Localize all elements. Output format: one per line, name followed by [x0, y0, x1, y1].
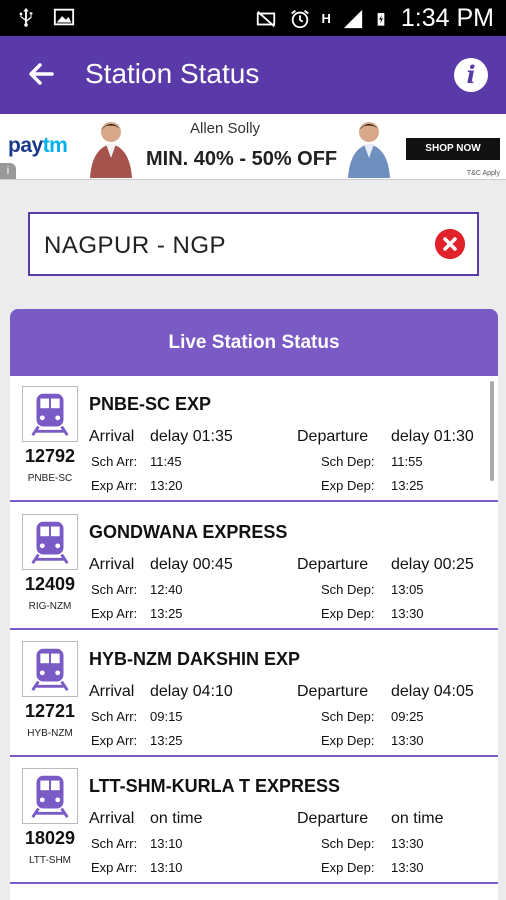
model-image: [348, 122, 390, 178]
exp-arr-label: Exp Arr:: [91, 860, 138, 875]
arrival-status: delay 04:10: [150, 683, 233, 700]
departure-label: Departure: [297, 428, 369, 445]
train-route-code: RIG-NZM: [28, 601, 72, 612]
departure-status: on time: [391, 810, 444, 827]
sch-dep-time: 13:30: [391, 836, 424, 851]
mute-icon: [256, 10, 275, 27]
info-icon[interactable]: i: [454, 58, 488, 92]
model-image: [90, 122, 132, 178]
arrival-label: Arrival: [89, 556, 135, 573]
train-icon: [22, 514, 78, 570]
image-icon: [53, 8, 75, 26]
arrival-status: delay 00:45: [150, 556, 233, 573]
sch-dep-label: Sch Dep:: [321, 582, 375, 597]
exp-arr-label: Exp Arr:: [91, 733, 138, 748]
exp-arr-time: 13:25: [150, 606, 183, 621]
network-type-icon: H: [321, 11, 331, 26]
exp-dep-label: Exp Dep:: [321, 733, 375, 748]
train-row[interactable]: 12409 RIG-NZM GONDWANA EXPRESS Arrival d…: [10, 504, 498, 630]
station-search-field[interactable]: NAGPUR - NGP: [28, 212, 479, 276]
exp-arr-time: 13:25: [150, 733, 183, 748]
train-name: LTT-SHM-KURLA T EXPRESS: [89, 776, 340, 796]
back-arrow-icon[interactable]: [24, 56, 60, 92]
sch-dep-label: Sch Dep:: [321, 836, 375, 851]
page-title: Station Status: [85, 58, 260, 89]
exp-arr-time: 13:20: [150, 478, 183, 493]
train-route-code: PNBE-SC: [27, 473, 73, 484]
train-number: 12409: [24, 574, 76, 594]
shop-now-button[interactable]: SHOP NOW: [406, 138, 500, 160]
sch-arr-time: 09:15: [150, 709, 183, 724]
ad-brand: Allen Solly: [190, 120, 261, 137]
arrival-label: Arrival: [89, 683, 135, 700]
sch-arr-label: Sch Arr:: [91, 836, 138, 851]
departure-label: Departure: [297, 683, 369, 700]
departure-status: delay 01:30: [391, 428, 474, 445]
ad-info-icon[interactable]: i: [0, 163, 16, 179]
ad-terms: T&C Apply: [466, 170, 500, 177]
departure-label: Departure: [297, 810, 369, 827]
train-number: 12721: [24, 701, 76, 721]
sch-arr-time: 12:40: [150, 582, 183, 597]
exp-arr-time: 13:10: [150, 860, 183, 875]
train-icon: [22, 386, 78, 442]
sch-dep-label: Sch Dep:: [321, 454, 375, 469]
train-name: HYB-NZM DAKSHIN EXP: [89, 649, 301, 669]
departure-status: delay 00:25: [391, 556, 474, 573]
panel-title: Live Station Status: [10, 309, 498, 376]
sch-arr-label: Sch Arr:: [91, 582, 138, 597]
ad-banner[interactable]: paytm Allen Solly MIN. 40% - 50% OFF SHO…: [0, 114, 506, 180]
ad-offer: MIN. 40% - 50% OFF: [146, 148, 338, 170]
sch-dep-time: 11:55: [391, 454, 423, 469]
arrival-label: Arrival: [89, 428, 135, 445]
arrival-status: on time: [150, 810, 203, 827]
app-bar: Station Status i: [0, 36, 506, 114]
exp-dep-label: Exp Dep:: [321, 478, 375, 493]
signal-icon: [343, 9, 363, 28]
train-icon: [22, 768, 78, 824]
sch-dep-time: 09:25: [391, 709, 424, 724]
exp-arr-label: Exp Arr:: [91, 478, 138, 493]
arrival-label: Arrival: [89, 810, 135, 827]
train-name: PNBE-SC EXP: [89, 394, 212, 414]
clear-icon[interactable]: [435, 229, 465, 259]
sch-dep-label: Sch Dep:: [321, 709, 375, 724]
sch-arr-label: Sch Arr:: [91, 454, 138, 469]
exp-dep-time: 13:25: [391, 478, 424, 493]
sch-arr-label: Sch Arr:: [91, 709, 138, 724]
battery-charging-icon: [377, 12, 385, 26]
train-icon: [22, 641, 78, 697]
train-number: 12792: [24, 446, 76, 466]
exp-dep-time: 13:30: [391, 606, 424, 621]
live-station-status-panel: Live Station Status 12792 PNBE-SC PNBE-S…: [10, 309, 498, 900]
station-search-value[interactable]: NAGPUR - NGP: [44, 232, 226, 260]
departure-status: delay 04:05: [391, 683, 474, 700]
clock: 1:34 PM: [400, 4, 494, 32]
exp-dep-time: 13:30: [391, 860, 424, 875]
train-row[interactable]: 12792 PNBE-SC PNBE-SC EXP Arrival delay …: [10, 376, 498, 502]
paytm-logo: paytm: [8, 134, 68, 157]
sch-arr-time: 13:10: [150, 836, 183, 851]
train-name: GONDWANA EXPRESS: [89, 522, 288, 542]
usb-icon: [19, 7, 33, 27]
departure-label: Departure: [297, 556, 369, 573]
arrival-status: delay 01:35: [150, 428, 233, 445]
exp-dep-label: Exp Dep:: [321, 860, 375, 875]
train-route-code: HYB-NZM: [27, 728, 73, 739]
exp-arr-label: Exp Arr:: [91, 606, 138, 621]
train-number: 18029: [24, 828, 76, 848]
exp-dep-time: 13:30: [391, 733, 424, 748]
sch-arr-time: 11:45: [150, 454, 182, 469]
sch-dep-time: 13:05: [391, 582, 424, 597]
status-bar: H 1:34 PM: [0, 0, 506, 36]
train-row[interactable]: 18029 LTT-SHM LTT-SHM-KURLA T EXPRESS Ar…: [10, 758, 498, 884]
exp-dep-label: Exp Dep:: [321, 606, 375, 621]
train-row[interactable]: 12721 HYB-NZM HYB-NZM DAKSHIN EXP Arriva…: [10, 631, 498, 757]
train-route-code: LTT-SHM: [28, 855, 72, 866]
alarm-icon: [290, 9, 309, 28]
